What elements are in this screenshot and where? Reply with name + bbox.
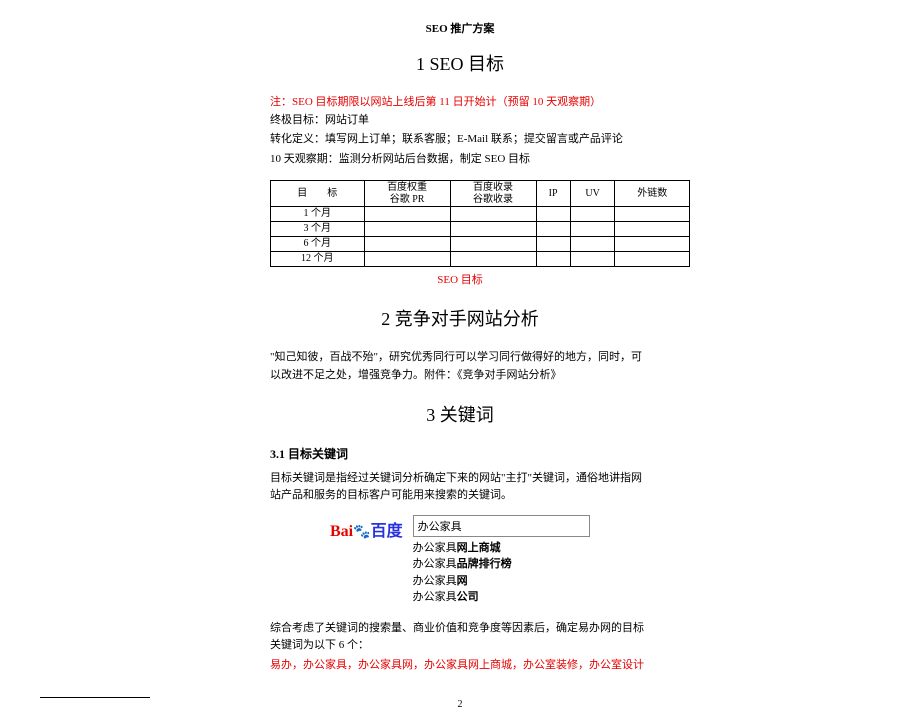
table-row: 12 个月 xyxy=(271,252,690,267)
th-target: 目 标 xyxy=(271,181,365,207)
table-header-row: 目 标 百度权重 谷歌 PR 百度收录 谷歌收录 IP UV 外链数 xyxy=(271,181,690,207)
observation-note: 注：SEO 目标期限以网站上线后第 11 日开始计（预留 10 天观察期） xyxy=(270,94,650,112)
section-2-body: "知己知彼，百战不殆"，研究优秀同行可以学习同行做得好的地方，同时，可以改进不足… xyxy=(270,349,650,384)
section-3-1-title: 3.1 目标关键词 xyxy=(270,445,650,462)
baidu-du: 百度 xyxy=(371,523,403,540)
seo-goal-table: 目 标 百度权重 谷歌 PR 百度收录 谷歌收录 IP UV 外链数 1 个月 … xyxy=(270,180,690,267)
section-2-title: 2 竞争对手网站分析 xyxy=(270,305,650,331)
footer-rule xyxy=(40,697,150,698)
table-caption: SEO 目标 xyxy=(270,271,650,287)
table-row: 1 个月 xyxy=(271,207,690,222)
suggest-list: 办公家具网上商城 办公家具品牌排行榜 办公家具网 办公家具公司 xyxy=(413,540,590,606)
th-index: 百度收录 谷歌收录 xyxy=(450,181,536,207)
suggest-item: 办公家具网上商城 xyxy=(413,540,590,557)
th-weight: 百度权重 谷歌 PR xyxy=(364,181,450,207)
section-1-title: 1 SEO 目标 xyxy=(270,50,650,76)
conclusion-text: 综合考虑了关键词的搜索量、商业价值和竞争度等因素后，确定易办网的目标关键词为以下… xyxy=(270,620,650,655)
th-backlinks: 外链数 xyxy=(615,181,690,207)
suggest-column: 办公家具 办公家具网上商城 办公家具品牌排行榜 办公家具网 办公家具公司 xyxy=(413,515,590,606)
doc-header: SEO 推广方案 xyxy=(270,20,650,36)
suggest-item: 办公家具公司 xyxy=(413,589,590,606)
goal-line: 终极目标：网站订单 xyxy=(270,112,650,130)
search-input: 办公家具 xyxy=(413,515,590,537)
baidu-logo: Bai🐾百度 xyxy=(330,515,403,541)
target-keywords: 易办，办公家具，办公家具网，办公家具网上商城，办公室装修，办公室设计 xyxy=(270,657,650,675)
table-row: 3 个月 xyxy=(271,222,690,237)
section-3-1-body: 目标关键词是指经过关键词分析确定下来的网站"主打"关键词，通俗地讲指网站产品和服… xyxy=(270,470,650,505)
observe-line: 10 天观察期：监测分析网站后台数据，制定 SEO 目标 xyxy=(270,151,650,169)
baidu-search-example: Bai🐾百度 办公家具 办公家具网上商城 办公家具品牌排行榜 办公家具网 办公家… xyxy=(330,515,590,606)
baidu-bai: Bai xyxy=(330,523,353,540)
suggest-item: 办公家具品牌排行榜 xyxy=(413,556,590,573)
section-3-title: 3 关键词 xyxy=(270,401,650,427)
table-row: 6 个月 xyxy=(271,237,690,252)
suggest-item: 办公家具网 xyxy=(413,573,590,590)
th-ip: IP xyxy=(536,181,570,207)
page-number: 2 xyxy=(270,699,650,710)
document-page: SEO 推广方案 1 SEO 目标 注：SEO 目标期限以网站上线后第 11 日… xyxy=(210,0,710,720)
conversion-line: 转化定义：填写网上订单；联系客服；E-Mail 联系；提交留言或产品评论 xyxy=(270,131,650,149)
baidu-paw-icon: 🐾 xyxy=(353,525,370,540)
th-uv: UV xyxy=(570,181,615,207)
